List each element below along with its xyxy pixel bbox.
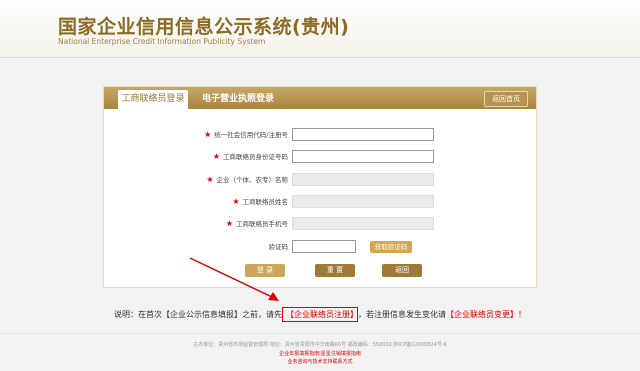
tab-bar: 工商联络员登录 电子营业执照登录 返回首页	[104, 87, 536, 109]
required-star: ★	[225, 219, 233, 228]
tab-e-license-login[interactable]: 电子营业执照登录	[202, 90, 274, 109]
required-star: ★	[212, 152, 220, 161]
required-star: ★	[232, 197, 240, 206]
site-subtitle: National Enterprise Credit Information P…	[58, 37, 266, 46]
id-number-input[interactable]	[292, 150, 434, 163]
captcha-label: 验证码	[268, 243, 289, 251]
credit-code-input[interactable]	[292, 128, 434, 141]
form-row-company-name: ★ 企业（个体、农专）名称	[104, 173, 536, 187]
liaison-name-input[interactable]	[292, 195, 434, 208]
return-button[interactable]: 返回	[382, 264, 422, 277]
login-button[interactable]: 登 录	[245, 264, 285, 277]
header-divider	[0, 57, 640, 58]
company-name-input[interactable]	[292, 173, 434, 186]
site-footer: 主办单位：贵州省市场监督管理局 地址：贵州省贵阳市中华南路66号 邮政编码：55…	[0, 333, 640, 371]
notice-middle: ，若注册信息发生变化请	[358, 310, 446, 319]
login-panel: 工商联络员登录 电子营业执照登录 返回首页 ★ 统一社会信用代码/注册号 ★ 工商联…	[103, 86, 537, 288]
liaison-name-label: ★ 工商联络员姓名	[232, 197, 288, 206]
arrow-head	[268, 292, 279, 301]
phone-input[interactable]	[292, 217, 434, 230]
notice-prefix: 说明：在首次【企业公示信息填报】之前，请先	[114, 310, 282, 319]
footer-info: 主办单位：贵州省市场监督管理局 地址：贵州省贵阳市中华南路66号 邮政编码：55…	[193, 342, 447, 348]
required-star: ★	[204, 130, 212, 139]
notice-end: ！	[518, 310, 526, 319]
back-home-button[interactable]: 返回首页	[484, 91, 528, 107]
notice-text: 说明：在首次【企业公示信息填报】之前，请先 【企业联络员注册】 ，若注册信息发生变化…	[0, 307, 640, 322]
form-row-liaison-name: ★ 工商联络员姓名	[104, 195, 536, 209]
form-row-captcha: 验证码 获取验证码	[104, 240, 536, 254]
required-star: ★	[206, 175, 214, 184]
change-link[interactable]: 【企业联络员变更】	[446, 310, 518, 319]
phone-label: ★ 工商联络员手机号	[225, 219, 288, 228]
site-title: 国家企业信用信息公示系统(贵州)	[58, 16, 350, 38]
footer-contact-link[interactable]: 业务咨询与技术支持联系方式	[0, 358, 640, 365]
credit-code-label: ★ 统一社会信用代码/注册号	[204, 130, 288, 139]
form-row-phone: ★ 工商联络员手机号	[104, 217, 536, 231]
company-name-label: ★ 企业（个体、农专）名称	[206, 175, 288, 184]
get-code-button[interactable]: 获取验证码	[370, 241, 412, 253]
site-header: 国家企业信用信息公示系统(贵州) National Enterprise Cre…	[0, 0, 640, 58]
id-number-label: ★ 工商联络员身份证号码	[212, 152, 288, 161]
footer-guide-links[interactable]: 企业年报填报指南|星星注销填报指南	[0, 350, 640, 357]
form-row-credit-code: ★ 统一社会信用代码/注册号	[104, 128, 536, 142]
tab-liaison-login[interactable]: 工商联络员登录	[118, 90, 188, 109]
form-row-id-number: ★ 工商联络员身份证号码	[104, 150, 536, 164]
captcha-input[interactable]	[292, 240, 356, 253]
reset-button[interactable]: 重 置	[315, 264, 355, 277]
register-link[interactable]: 【企业联络员注册】	[282, 307, 358, 322]
